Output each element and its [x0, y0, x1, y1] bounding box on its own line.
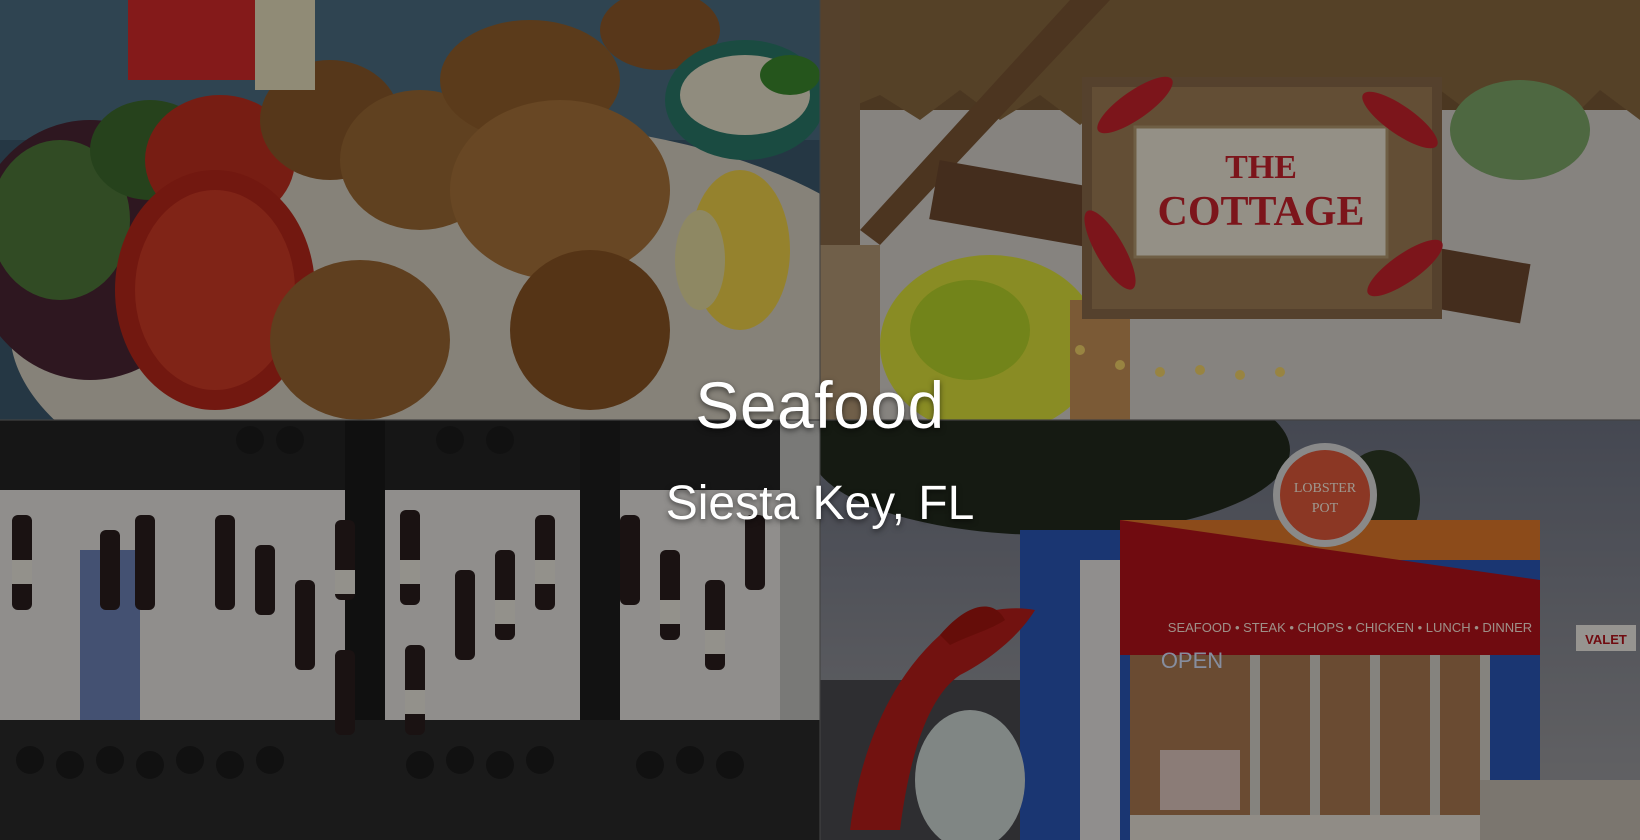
hero-banner: THE COTTAGE SEAFOOD • STEAK • CHOPS • CH… [0, 0, 1640, 840]
valet-sign: VALET [1585, 632, 1627, 647]
hero-subtitle: Siesta Key, FL [665, 477, 975, 530]
cottage-sign-line1: THE [1225, 149, 1297, 186]
photo-the-cottage-sign: THE COTTAGE [820, 0, 1640, 420]
hero-title: Seafood [695, 368, 945, 442]
open-sign: OPEN [1161, 648, 1223, 673]
awning-text: SEAFOOD • STEAK • CHOPS • CHICKEN • LUNC… [1168, 620, 1532, 635]
cottage-sign-line2: COTTAGE [1158, 189, 1365, 235]
photo-fried-seafood-plate [0, 0, 820, 420]
